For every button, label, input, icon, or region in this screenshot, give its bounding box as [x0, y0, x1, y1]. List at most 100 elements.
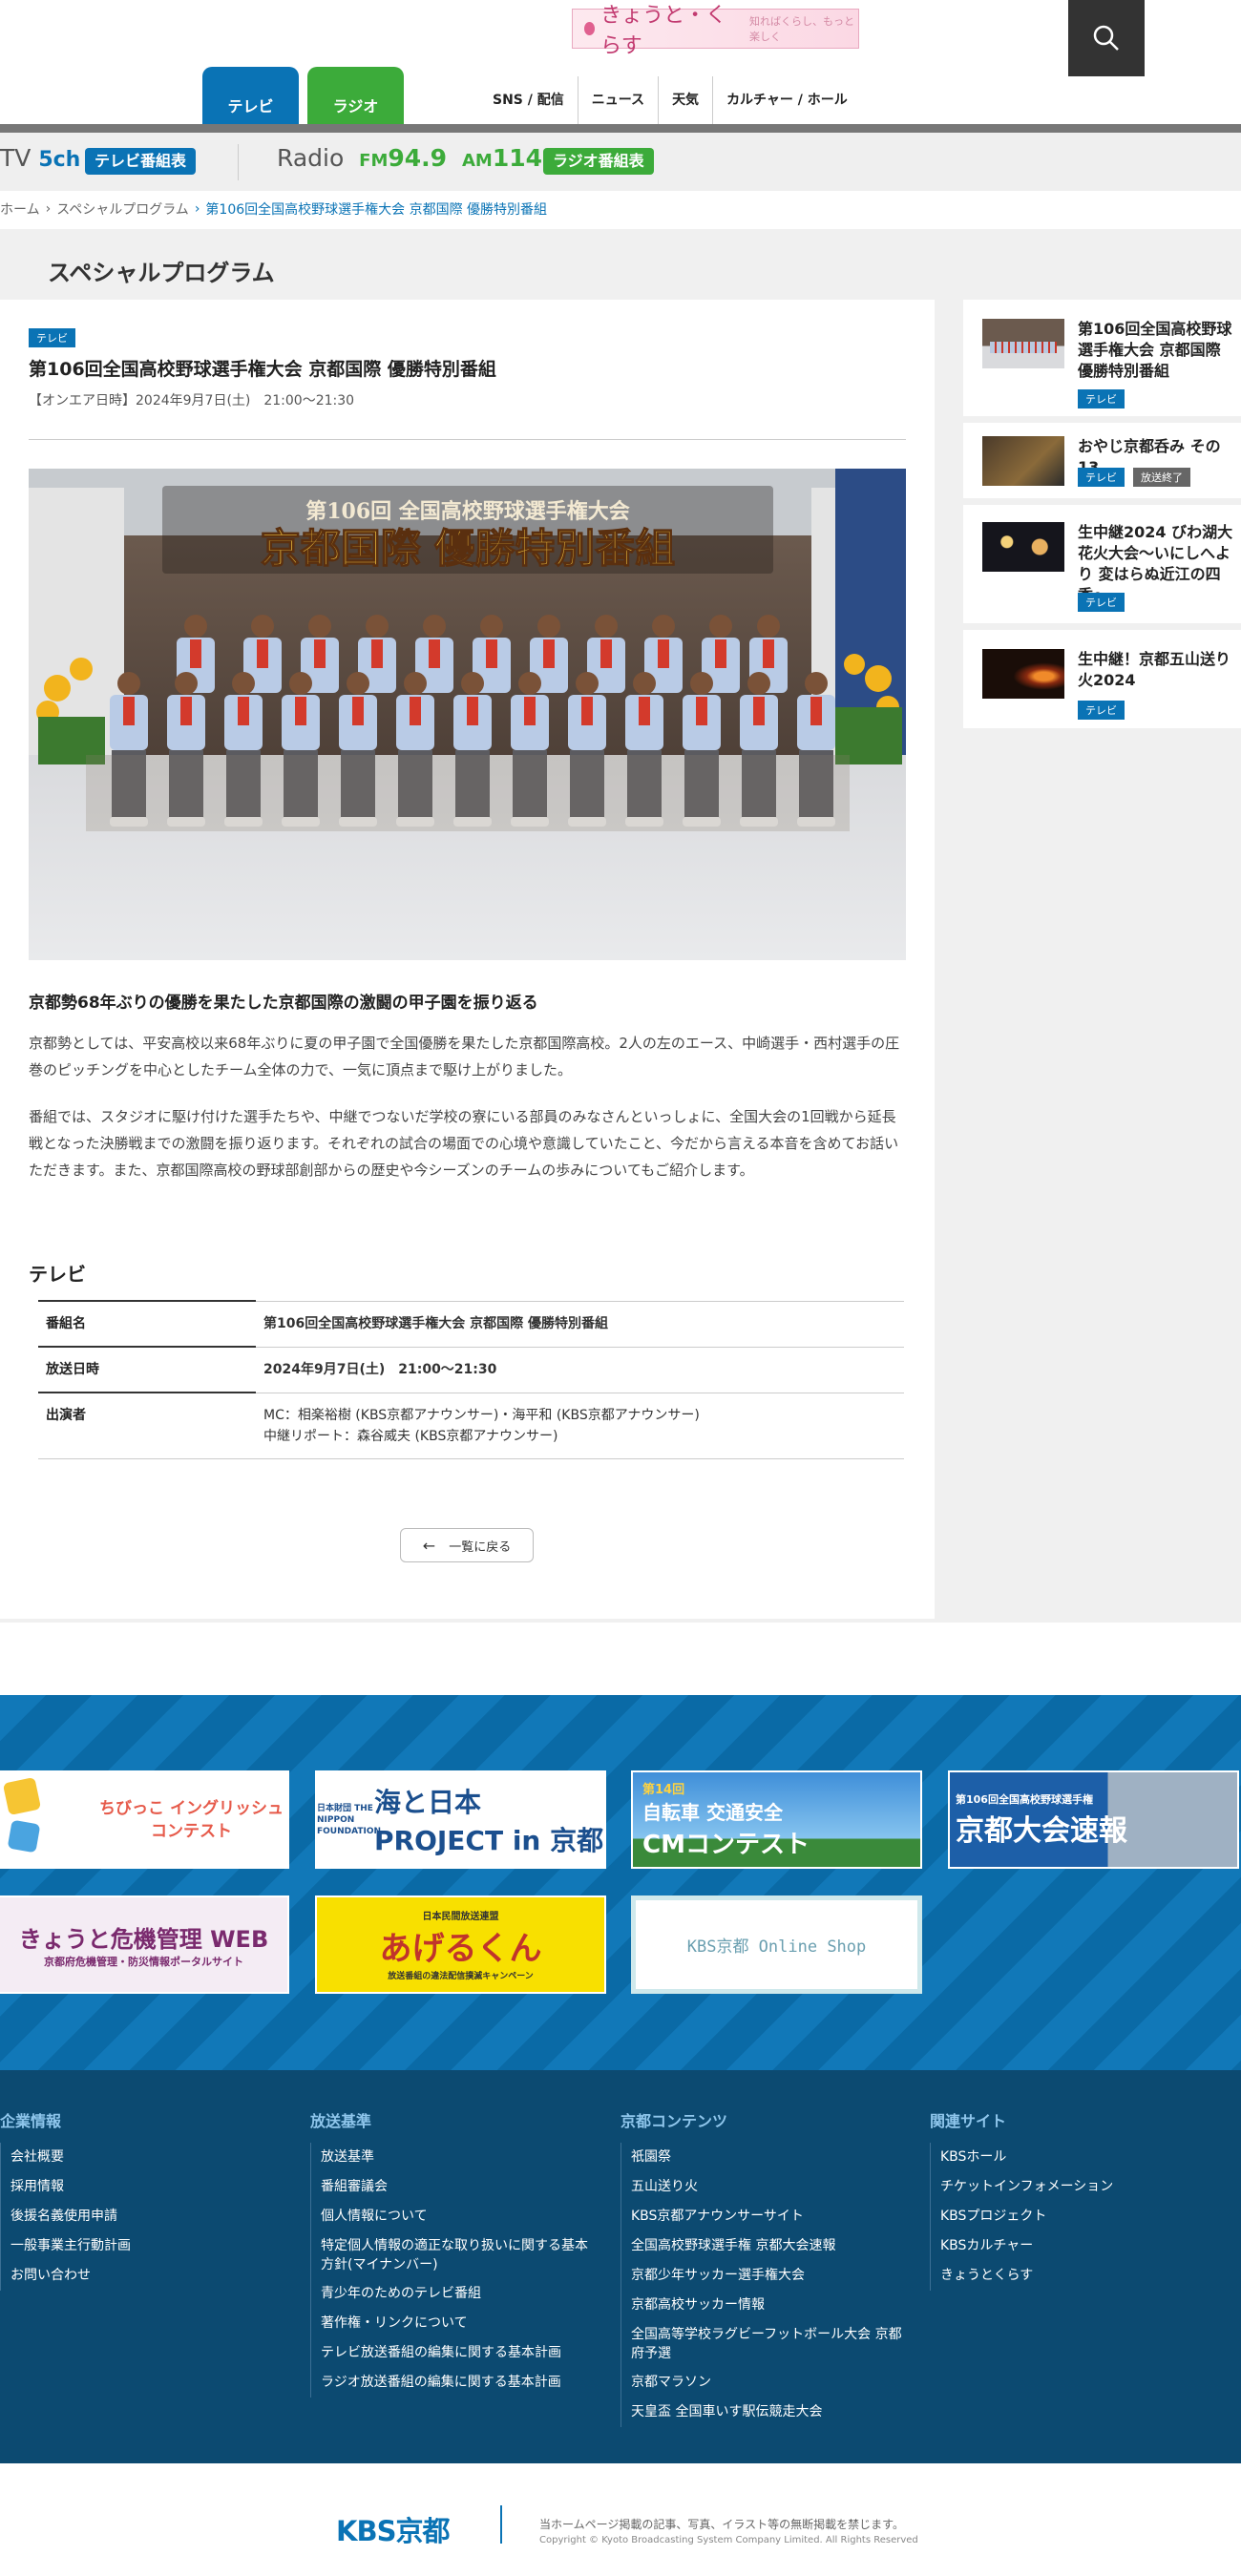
station-bar: TV 5ch テレビ番組表 Radio FM94.9 AM1143 ラジオ番組表	[0, 133, 1241, 191]
nav-weather[interactable]: 天気	[658, 76, 712, 124]
category-badge: テレビ	[29, 328, 75, 347]
breadcrumb-home[interactable]: ホーム	[0, 199, 40, 219]
footer-link[interactable]: 採用情報	[11, 2172, 286, 2202]
radio-schedule-button[interactable]: ラジオ番組表	[543, 148, 654, 175]
footer-link[interactable]: 個人情報について	[321, 2202, 597, 2231]
footer-link[interactable]: 五山送り火	[631, 2172, 907, 2202]
article-paragraph: 京都勢としては、平安高校以来68年ぶりに夏の甲子園で全国優勝を果たした京都国際高…	[29, 1035, 900, 1079]
footer-link[interactable]: テレビ放送番組の編集に関する基本計画	[321, 2338, 597, 2368]
footer-link[interactable]: KBS京都アナウンサーサイト	[631, 2202, 907, 2231]
footer-link[interactable]: 京都マラソン	[631, 2368, 907, 2398]
table-row: 出演者 MC：相楽裕樹 (KBS京都アナウンサー)・海平和 (KBS京都アナウン…	[38, 1392, 904, 1459]
footer-link[interactable]: 特定個人情報の適正な取り扱いに関する基本方針(マイナンバー)	[321, 2231, 597, 2279]
info-key: 番組名	[38, 1300, 256, 1348]
copyright-text: Copyright © Kyoto Broadcasting System Co…	[539, 2535, 918, 2545]
footer-heading: 放送基準	[310, 2112, 372, 2130]
footer-link[interactable]: 著作権・リンクについて	[321, 2309, 597, 2338]
sidebar-item[interactable]: おやじ京都呑み その13 テレビ 放送終了	[963, 423, 1241, 498]
air-date: 【オンエア日時】2024年9月7日(土) 21:00〜21:30	[29, 393, 355, 408]
banner-text: 放送番組の違法配信撲滅キャンペーン	[388, 1972, 534, 1981]
sidebar-item[interactable]: 第106回全国高校野球選手権大会 京都国際 優勝特別番組 テレビ	[963, 300, 1241, 416]
footer-column: 企業情報 会社概要 採用情報 後援名義使用申請 一般事業主行動計画 お問い合わせ	[0, 2108, 286, 2291]
nav-culture[interactable]: カルチャー / ホール	[712, 76, 861, 124]
sidebar-item[interactable]: 生中継！京都五山送り火2024 テレビ	[963, 630, 1241, 728]
table-row: 番組名 第106回全国高校野球選手権大会 京都国際 優勝特別番組	[38, 1300, 904, 1348]
sidebar-title: 生中継！京都五山送り火2024	[1078, 650, 1231, 689]
tv-channel-label: TV 5ch	[0, 144, 81, 172]
footer-link[interactable]: 全国高等学校ラグビーフットボール大会 京都府予選	[631, 2320, 907, 2368]
banner-text: 第106回全国高校野球選手権	[956, 1792, 1093, 1806]
breadcrumb-special[interactable]: スペシャルプログラム	[56, 199, 189, 219]
footer-link[interactable]: 後援名義使用申請	[11, 2202, 286, 2231]
divider	[29, 439, 906, 440]
banner-text: きょうと危機管理 WEB	[18, 1926, 269, 1953]
footer-link[interactable]: 祇園祭	[631, 2143, 907, 2172]
players-strip	[990, 342, 1057, 353]
footer-link[interactable]: 京都高校サッカー情報	[631, 2291, 907, 2320]
footer-link[interactable]: 京都少年サッカー選手権大会	[631, 2261, 907, 2291]
sidebar-title: 第106回全国高校野球選手権大会 京都国際 優勝特別番組	[1078, 320, 1232, 380]
footer-link[interactable]: お問い合わせ	[11, 2261, 286, 2291]
footer-heading: 関連サイト	[930, 2112, 1007, 2130]
kyoto-kurasu-banner[interactable]: きょうと・くらす 知ればくらし、もっと楽しく	[572, 4, 859, 58]
footer-column: 関連サイト KBSホール チケットインフォメーション KBSプロジェクト KBS…	[930, 2108, 1216, 2291]
banner-kiki-kanri-web[interactable]: きょうと危機管理 WEB 京都府危機管理・防災情報ポータルサイト	[0, 1895, 289, 1994]
tab-tv[interactable]: テレビ	[202, 67, 299, 126]
banner-text: 京都大会速報	[956, 1813, 1127, 1848]
notice-text: 当ホームページ掲載の記事、写真、イラスト等の無断掲載を禁じます。	[539, 2518, 904, 2531]
breadcrumb: ホーム › スペシャルプログラム › 第106回全国高校野球選手権大会 京都国際…	[0, 199, 547, 219]
arrow-left-icon: ←	[422, 1536, 436, 1555]
footer-link[interactable]: 会社概要	[11, 2143, 286, 2172]
banner-cycling-cm-contest[interactable]: 第14回 自転車 交通安全 CMコンテスト	[631, 1770, 922, 1869]
header-divider	[0, 124, 1241, 133]
footer-link[interactable]: KBSホール	[940, 2143, 1216, 2172]
tab-radio[interactable]: ラジオ	[307, 67, 404, 126]
footer-link[interactable]: KBSカルチャー	[940, 2231, 1216, 2261]
flower-icon	[584, 22, 596, 35]
sidebar: 第106回全国高校野球選手権大会 京都国際 優勝特別番組 テレビ おやじ京都呑み…	[963, 300, 1241, 735]
banner-text: 第14回	[642, 1783, 685, 1797]
section-heading: テレビ	[29, 1263, 86, 1286]
hero-caption-top: 第106回 全国高校野球選手権大会	[305, 499, 630, 524]
thumbnail	[982, 436, 1064, 486]
block-letter-icon	[7, 1819, 41, 1853]
kbs-logo[interactable]: KBS京都	[336, 2509, 450, 2549]
block-letter-icon	[2, 1776, 42, 1816]
footer-link[interactable]: 放送基準	[321, 2143, 597, 2172]
footer-link[interactable]: チケットインフォメーション	[940, 2172, 1216, 2202]
chevron-right-icon: ›	[45, 201, 52, 217]
banner-text: ちびっこ イングリッシュコンテスト	[99, 1798, 284, 1841]
nav-sns[interactable]: SNS / 配信	[479, 76, 578, 124]
search-icon	[1093, 25, 1119, 51]
banner-umi-to-nippon[interactable]: 日本財団 THE NIPPON FOUNDATION 海と日本 PROJECT …	[315, 1770, 606, 1869]
footer-link[interactable]: 青少年のためのテレビ番組	[321, 2279, 597, 2309]
thumbnail	[982, 522, 1064, 572]
footer-link[interactable]: ラジオ放送番組の編集に関する基本計画	[321, 2368, 597, 2398]
site-header: きょうと・くらす 知ればくらし、もっと楽しく テレビ ラジオ SNS / 配信 …	[0, 0, 1241, 134]
hero-caption-main: 京都国際 優勝特別番組	[261, 525, 676, 572]
article-card: テレビ 第106回全国高校野球選手権大会 京都国際 優勝特別番組 【オンエア日時…	[0, 300, 935, 1619]
breadcrumb-current: 第106回全国高校野球選手権大会 京都国際 優勝特別番組	[205, 202, 548, 218]
banner-agerukun[interactable]: 日本民間放送連盟 あげるくん 放送番組の違法配信撲滅キャンペーン	[315, 1895, 606, 1994]
tv-schedule-button[interactable]: テレビ番組表	[85, 148, 197, 175]
banner-text: CMコンテスト	[642, 1831, 810, 1859]
site-footer: 企業情報 会社概要 採用情報 後援名義使用申請 一般事業主行動計画 お問い合わせ…	[0, 2070, 1241, 2463]
article-paragraph: 番組では、スタジオに駆け付けた選手たちや、中継でつないだ学校の寮にいる部員のみな…	[29, 1108, 899, 1179]
banner-english-contest[interactable]: ちびっこ イングリッシュコンテスト	[0, 1770, 289, 1869]
nav-news[interactable]: ニュース	[577, 76, 658, 124]
footer-link[interactable]: 全国高校野球選手権 京都大会速報	[631, 2231, 907, 2261]
footer-link[interactable]: 天皇盃 全国車いす駅伝競走大会	[631, 2398, 907, 2427]
category-badge: テレビ	[1078, 593, 1125, 612]
footer-link[interactable]: 一般事業主行動計画	[11, 2231, 286, 2261]
sidebar-item[interactable]: 生中継2024 びわ湖大花火大会〜いにしへより 変はらぬ近江の四季〜 テレビ	[963, 505, 1241, 623]
banner-kyoto-taikai-sokuho[interactable]: 第106回全国高校野球選手権 京都大会速報	[948, 1770, 1239, 1869]
info-value: 第106回全国高校野球選手権大会 京都国際 優勝特別番組	[256, 1300, 904, 1348]
cast-line: MC：相楽裕樹 (KBS京都アナウンサー)・海平和 (KBS京都アナウンサー)	[263, 1407, 700, 1423]
footer-link[interactable]: 番組審議会	[321, 2172, 597, 2202]
search-button[interactable]	[1068, 0, 1145, 76]
footer-link[interactable]: KBSプロジェクト	[940, 2202, 1216, 2231]
footer-link[interactable]: きょうとくらす	[940, 2261, 1216, 2291]
banner-online-shop[interactable]: KBS京都 Online Shop	[631, 1895, 922, 1994]
banner-area: ちびっこ イングリッシュコンテスト 日本財団 THE NIPPON FOUNDA…	[0, 1695, 1241, 2070]
back-to-list-button[interactable]: ← 一覧に戻る	[400, 1528, 534, 1562]
